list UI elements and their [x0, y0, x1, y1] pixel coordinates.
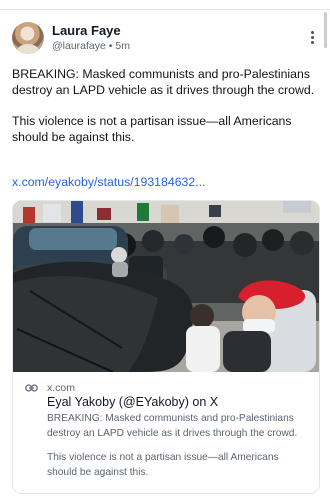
top-divider [0, 9, 330, 10]
preview-description-paragraph: This violence is not a partisan issue—al… [47, 452, 279, 478]
scrollbar[interactable] [324, 12, 327, 48]
post-page: Laura Faye @laurafaye • 5m BREAKING: Mas… [0, 0, 330, 500]
preview-title[interactable]: Eyal Yakoby (@EYakoby) on X [47, 395, 218, 410]
post-paragraph: This violence is not a partisan issue—al… [12, 114, 292, 144]
author-handle[interactable]: @laurafaye [52, 40, 106, 52]
link-icon [25, 384, 38, 392]
link-preview-card[interactable]: x.com Eyal Yakoby (@EYakoby) on X BREAKI… [12, 200, 320, 494]
author-name[interactable]: Laura Faye [52, 23, 121, 39]
preview-description: BREAKING: Masked communists and pro-Pale… [47, 411, 309, 489]
protest-photo [13, 201, 319, 372]
preview-body: x.com Eyal Yakoby (@EYakoby) on X BREAKI… [13, 373, 319, 493]
post-link[interactable]: x.com/eyakoby/status/193184632... [12, 174, 205, 190]
preview-domain[interactable]: x.com [47, 382, 75, 395]
post-header: Laura Faye @laurafaye • 5m [12, 22, 318, 56]
avatar[interactable] [12, 22, 44, 54]
post-meta: @laurafaye • 5m [52, 40, 130, 53]
post-paragraph: BREAKING: Masked communists and pro-Pale… [12, 67, 315, 97]
meta-separator: • [108, 40, 113, 52]
more-vertical-icon[interactable] [311, 31, 315, 47]
preview-description-paragraph: BREAKING: Masked communists and pro-Pale… [47, 413, 298, 439]
post-text: BREAKING: Masked communists and pro-Pale… [12, 66, 318, 160]
preview-image[interactable] [13, 201, 319, 372]
post-time[interactable]: 5m [115, 40, 130, 52]
